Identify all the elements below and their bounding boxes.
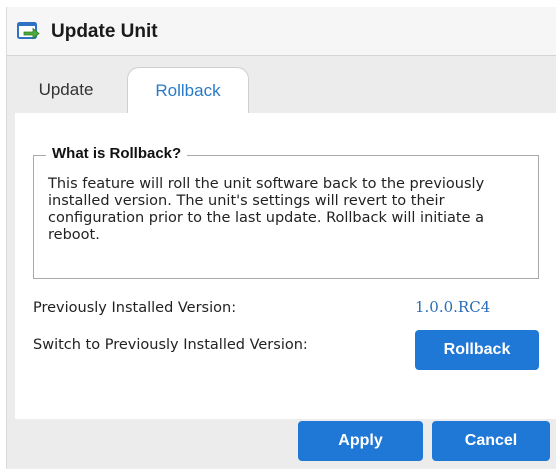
rollback-info-box: What is Rollback? This feature will roll… <box>33 145 539 279</box>
rollback-description: This feature will roll the unit software… <box>48 176 485 243</box>
update-arrow-icon <box>17 21 41 41</box>
previous-version-value: 1.0.0.RC4 <box>415 298 491 316</box>
tab-rollback[interactable]: Rollback <box>127 67 249 113</box>
cancel-button[interactable]: Cancel <box>432 421 550 461</box>
section-title: What is Rollback? <box>46 145 188 162</box>
rollback-button[interactable]: Rollback <box>415 330 539 370</box>
rollback-panel: What is Rollback? This feature will roll… <box>15 113 556 419</box>
apply-button[interactable]: Apply <box>298 421 423 461</box>
dialog-titlebar: Update Unit <box>7 7 556 56</box>
previous-version-label: Previously Installed Version: <box>33 300 237 316</box>
switch-version-label: Switch to Previously Installed Version: <box>33 337 308 353</box>
tab-update[interactable]: Update <box>11 67 121 113</box>
dialog-title: Update Unit <box>51 21 158 42</box>
update-unit-dialog: Update Unit Update Rollback What is Roll… <box>6 7 556 469</box>
